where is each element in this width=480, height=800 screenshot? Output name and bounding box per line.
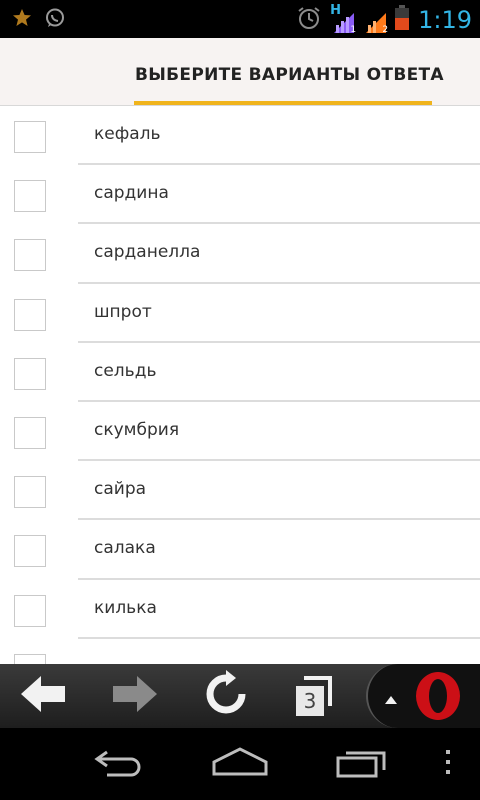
web-page: ВЫБЕРИТЕ ВАРИАНТЫ ОТВЕТА кефаль сардина …	[0, 38, 480, 664]
question-header: ВЫБЕРИТЕ ВАРИАНТЫ ОТВЕТА	[0, 38, 480, 106]
list-item[interactable]: сайра	[0, 461, 480, 521]
whatsapp-icon	[44, 7, 66, 33]
option-label[interactable]: сайра	[94, 479, 146, 499]
back-icon	[93, 746, 147, 782]
signal-icon: 2	[362, 7, 389, 35]
option-label[interactable]: килька	[94, 598, 157, 618]
option-label[interactable]: сельдь	[94, 361, 156, 381]
tabs-icon: 3	[290, 672, 338, 720]
list-item[interactable]: салака	[0, 520, 480, 580]
status-bar: H 1 2 1:19	[0, 0, 480, 38]
home-icon	[211, 746, 269, 782]
page-title: ВЫБЕРИТЕ ВАРИАНТЫ ОТВЕТА	[135, 65, 444, 85]
opera-logo-icon	[412, 670, 464, 726]
option-label[interactable]: скумбрия	[94, 420, 179, 440]
checkbox[interactable]	[14, 535, 46, 568]
list-item[interactable]: скумбрия	[0, 402, 480, 462]
sim2-label: 2	[382, 25, 389, 35]
reload-icon	[202, 670, 250, 722]
option-label[interactable]: салака	[94, 538, 156, 558]
checkbox[interactable]	[14, 476, 46, 509]
options-list: кефаль сардина сарданелла шпрот сельдь с…	[0, 106, 480, 664]
checkbox[interactable]	[14, 416, 46, 449]
nav-back-button[interactable]	[90, 746, 150, 782]
chevron-up-icon	[384, 690, 398, 709]
checkbox[interactable]	[14, 121, 46, 153]
list-item[interactable]: сарданелла	[0, 224, 480, 284]
option-label[interactable]: сарданелла	[94, 242, 200, 262]
checkbox[interactable]	[14, 298, 46, 331]
star-icon	[12, 8, 32, 32]
list-item[interactable]: килька	[0, 580, 480, 639]
option-label[interactable]: кефаль	[94, 124, 161, 144]
navigation-bar	[0, 728, 480, 800]
system-icons: H 1 2 1:19	[296, 3, 472, 36]
browser-toolbar: 3	[0, 664, 480, 728]
title-underline	[134, 101, 432, 105]
network-type-label: H	[330, 3, 341, 18]
forward-button[interactable]	[106, 672, 162, 720]
sim1-label: 1	[350, 25, 357, 35]
signal-icon: H 1	[330, 3, 357, 35]
alarm-icon	[296, 5, 322, 35]
clock: 1:19	[418, 6, 472, 34]
nav-home-button[interactable]	[210, 746, 270, 782]
option-label[interactable]: шпрот	[94, 302, 152, 322]
list-item[interactable]: сельдь	[0, 343, 480, 402]
back-arrow-icon	[19, 674, 69, 718]
checkbox[interactable]	[14, 653, 46, 664]
battery-icon	[394, 4, 410, 36]
tab-count: 3	[296, 686, 324, 716]
overflow-menu-icon	[445, 748, 451, 780]
tabs-button[interactable]: 3	[286, 672, 342, 720]
notification-icons	[12, 7, 66, 33]
list-item[interactable]: шпрот	[0, 284, 480, 343]
checkbox[interactable]	[14, 180, 46, 213]
forward-arrow-icon	[109, 674, 159, 718]
recent-apps-icon	[336, 746, 388, 782]
list-item[interactable]: сардина	[0, 165, 480, 225]
option-label[interactable]: сардина	[94, 183, 169, 203]
back-button[interactable]	[16, 672, 72, 720]
checkbox[interactable]	[14, 239, 46, 272]
list-item[interactable]: кефаль	[0, 106, 480, 166]
opera-menu-button[interactable]	[366, 664, 480, 728]
list-item-partial[interactable]	[0, 639, 480, 664]
nav-recent-button[interactable]	[334, 746, 390, 782]
reload-button[interactable]	[198, 670, 254, 722]
checkbox[interactable]	[14, 357, 46, 390]
nav-menu-button[interactable]	[440, 746, 456, 782]
checkbox[interactable]	[14, 594, 46, 627]
